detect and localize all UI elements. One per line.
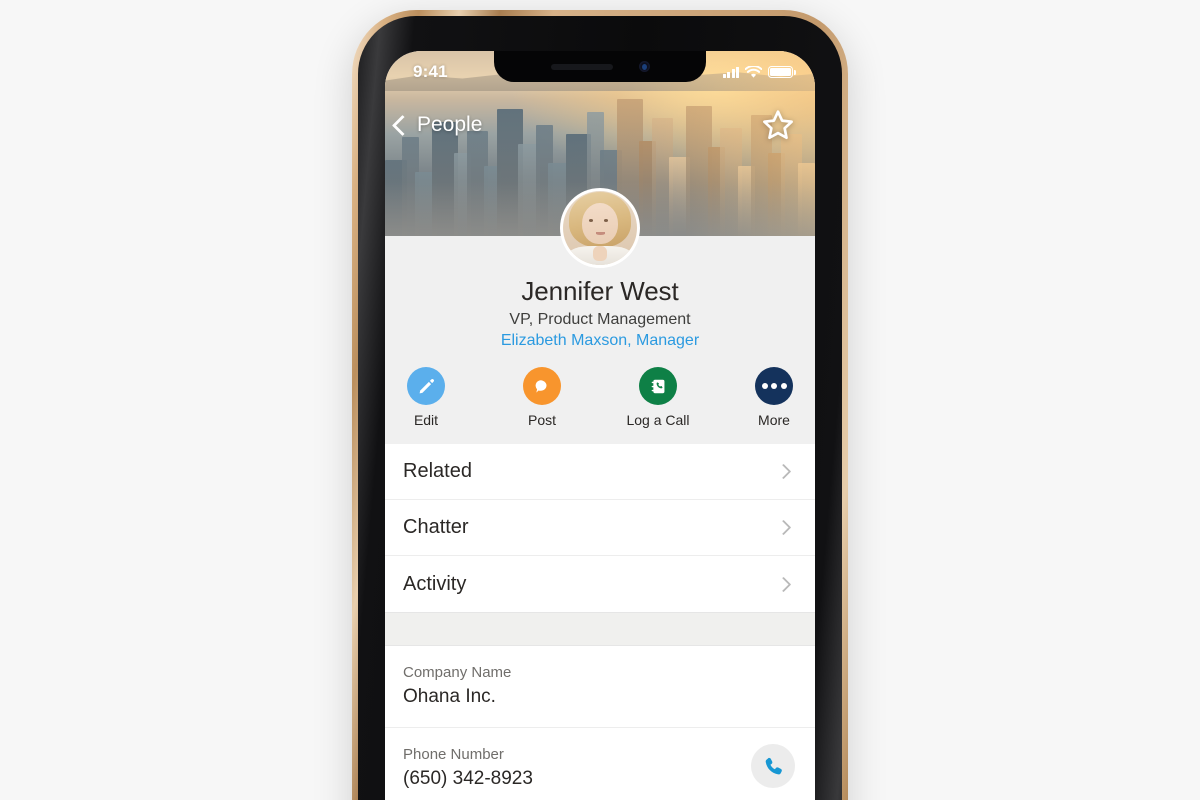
chevron-right-icon	[775, 576, 792, 592]
phone-icon	[765, 757, 782, 774]
field-label: Company Name	[403, 664, 512, 681]
log-a-call-button[interactable]: Log a Call	[626, 367, 690, 428]
list-item-label: Related	[403, 460, 472, 482]
more-button-label: More	[758, 412, 790, 428]
field-company-name: Company Name Ohana Inc.	[385, 646, 815, 728]
device-notch	[494, 51, 706, 82]
field-value: Ohana Inc.	[403, 686, 496, 707]
avatar-hand	[592, 245, 608, 261]
field-value: (650) 342-8923	[403, 768, 533, 789]
back-button-label: People	[417, 113, 483, 136]
list-item-related[interactable]: Related	[385, 444, 815, 500]
ellipsis-icon	[761, 383, 787, 389]
list-item-label: Activity	[403, 572, 467, 595]
more-button-circle	[755, 367, 793, 405]
post-button-label: Post	[527, 412, 556, 428]
front-camera-icon	[638, 61, 650, 72]
more-button[interactable]: More	[742, 367, 806, 428]
iphone-device-frame: 9:41 People Jennifer West VP, Product Ma…	[352, 10, 848, 800]
avatar-mouth	[595, 231, 606, 235]
edit-button-circle	[407, 367, 445, 405]
back-button[interactable]: People	[391, 113, 483, 137]
chevron-right-icon	[775, 463, 792, 480]
section-navigation-list: Related Chatter Activity	[385, 444, 815, 612]
pencil-icon	[419, 378, 434, 393]
field-label: Phone Number	[403, 746, 504, 763]
section-divider	[385, 612, 815, 646]
post-button[interactable]: Post	[510, 367, 574, 428]
navigation-bar: People	[385, 103, 815, 147]
speaker-grille-icon	[550, 63, 613, 70]
log-a-call-button-circle	[639, 367, 677, 405]
post-button-circle	[523, 367, 561, 405]
call-log-icon	[651, 379, 664, 393]
profile-header-section: Jennifer West VP, Product Management Eli…	[385, 188, 815, 444]
chat-bubble-icon	[535, 379, 546, 393]
profile-manager-link[interactable]: Elizabeth Maxson, Manager	[385, 332, 815, 350]
profile-job-title: VP, Product Management	[509, 311, 691, 328]
avatar-face	[582, 202, 618, 245]
edit-button-label: Edit	[413, 412, 439, 428]
field-phone-number: Phone Number (650) 342-8923	[385, 728, 815, 800]
list-item-label: Chatter	[403, 516, 469, 538]
avatar-image	[563, 191, 637, 265]
chevron-left-icon	[391, 114, 414, 136]
avatar[interactable]	[560, 188, 640, 268]
phone-screen: 9:41 People Jennifer West VP, Product Ma…	[385, 51, 815, 800]
call-button[interactable]	[751, 744, 795, 788]
detail-fields-section: Company Name Ohana Inc. Phone Number (65…	[385, 646, 815, 800]
action-button-row: Edit Post Log a Call More	[385, 367, 815, 432]
log-a-call-button-label: Log a Call	[626, 412, 690, 428]
star-outline-icon[interactable]	[761, 108, 795, 142]
edit-button[interactable]: Edit	[394, 367, 458, 428]
list-item-activity[interactable]: Activity	[385, 556, 815, 612]
list-item-chatter[interactable]: Chatter	[385, 500, 815, 556]
chevron-right-icon	[775, 519, 792, 536]
